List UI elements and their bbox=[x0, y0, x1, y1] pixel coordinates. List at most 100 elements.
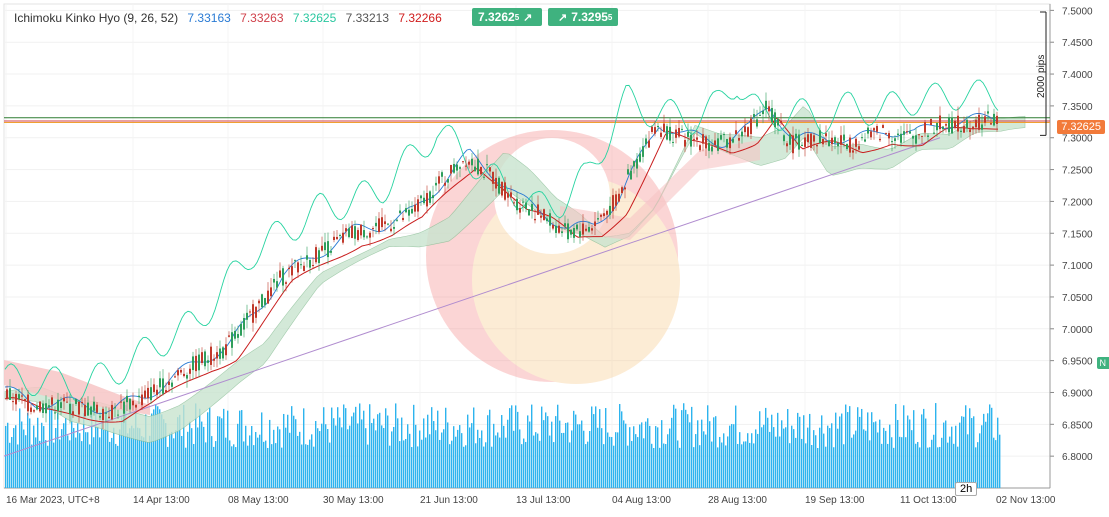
volume-bar bbox=[13, 428, 14, 488]
volume-bar bbox=[355, 407, 356, 488]
volume-bar bbox=[769, 432, 770, 488]
volume-bar bbox=[89, 444, 90, 488]
candle-body bbox=[579, 231, 581, 237]
candle-body bbox=[345, 228, 347, 231]
candle-body bbox=[501, 182, 503, 196]
candle-body bbox=[531, 204, 533, 211]
candle-body bbox=[171, 383, 173, 387]
volume-bar bbox=[817, 448, 818, 488]
volume-bar bbox=[833, 447, 834, 488]
volume-bar bbox=[509, 408, 510, 488]
volume-bar bbox=[671, 418, 672, 488]
indicator-value-chikou: 7.32625 bbox=[293, 11, 336, 25]
candle-body bbox=[960, 131, 962, 132]
volume-bar bbox=[31, 445, 32, 488]
sell-button[interactable]: 7.32625 ↗ bbox=[472, 8, 542, 26]
volume-bar bbox=[497, 432, 498, 488]
candle-body bbox=[438, 176, 440, 183]
y-tick-label: 6.8500 bbox=[1062, 420, 1093, 431]
volume-bar bbox=[699, 445, 700, 488]
price-chart[interactable]: 7.50007.45007.40007.35007.30007.25007.20… bbox=[0, 0, 1109, 512]
candle-body bbox=[369, 233, 371, 238]
volume-bar bbox=[571, 430, 572, 488]
volume-bar bbox=[845, 405, 846, 488]
volume-bar bbox=[847, 412, 848, 488]
volume-bar bbox=[27, 413, 28, 488]
volume-bar bbox=[559, 421, 560, 488]
volume-bar bbox=[273, 430, 274, 488]
volume-bar bbox=[469, 427, 470, 488]
volume-bar bbox=[487, 415, 488, 488]
volume-bar bbox=[885, 431, 886, 488]
volume-bar bbox=[377, 414, 378, 488]
volume-bar bbox=[913, 410, 914, 488]
candle-body bbox=[993, 114, 995, 126]
candle-body bbox=[738, 138, 740, 141]
candle-body bbox=[915, 135, 917, 143]
volume-bar bbox=[715, 416, 716, 488]
volume-bar bbox=[717, 447, 718, 488]
candle-body bbox=[930, 119, 932, 125]
volume-bar bbox=[217, 416, 218, 488]
candle-body bbox=[945, 124, 947, 126]
candle-body bbox=[54, 412, 56, 413]
candle-body bbox=[174, 376, 176, 377]
candle-body bbox=[879, 139, 881, 140]
candle-body bbox=[102, 409, 104, 420]
volume-bar bbox=[827, 426, 828, 488]
candle-body bbox=[855, 139, 857, 147]
volume-bar bbox=[979, 433, 980, 488]
candle-body bbox=[816, 145, 818, 146]
candle-body bbox=[159, 378, 161, 387]
candle-body bbox=[48, 405, 50, 407]
volume-bar bbox=[61, 429, 62, 488]
candle-body bbox=[576, 225, 578, 230]
volume-bar bbox=[25, 435, 26, 488]
candle-body bbox=[276, 281, 278, 288]
volume-bar bbox=[709, 421, 710, 488]
volume-bar bbox=[647, 418, 648, 488]
volume-bar bbox=[843, 444, 844, 488]
volume-bar bbox=[243, 441, 244, 488]
volume-bar bbox=[201, 422, 202, 488]
candle-body bbox=[672, 142, 674, 143]
volume-bar bbox=[147, 442, 148, 488]
volume-bar bbox=[493, 424, 494, 488]
volume-bar bbox=[103, 430, 104, 488]
candle-body bbox=[390, 229, 392, 231]
volume-bar bbox=[797, 413, 798, 488]
candle-body bbox=[147, 388, 149, 398]
y-tick-label: 7.0000 bbox=[1062, 325, 1093, 336]
candle-body bbox=[792, 135, 794, 153]
candle-body bbox=[291, 266, 293, 275]
volume-bar bbox=[515, 405, 516, 488]
volume-bar bbox=[667, 434, 668, 488]
arrow-up-right-icon: ↗ bbox=[523, 11, 532, 24]
volume-bar bbox=[941, 438, 942, 488]
edge-badge[interactable]: N bbox=[1097, 357, 1109, 369]
candle-body bbox=[675, 130, 677, 138]
volume-bar bbox=[73, 428, 74, 488]
volume-bar bbox=[805, 443, 806, 488]
timeframe-badge[interactable]: 2h bbox=[955, 482, 977, 496]
volume-bar bbox=[265, 441, 266, 488]
x-tick-label: 21 Jun 13:00 bbox=[420, 495, 478, 506]
candle-body bbox=[951, 118, 953, 134]
chart-area[interactable]: 7.50007.45007.40007.35007.30007.25007.20… bbox=[0, 0, 1109, 512]
candle-body bbox=[12, 401, 14, 402]
candle-body bbox=[537, 204, 539, 214]
volume-bar bbox=[481, 430, 482, 488]
volume-bar bbox=[461, 433, 462, 488]
volume-bar bbox=[85, 432, 86, 488]
candle-body bbox=[897, 134, 899, 135]
volume-bar bbox=[887, 444, 888, 488]
candle-body bbox=[432, 195, 434, 198]
volume-bar bbox=[675, 409, 676, 488]
candle-body bbox=[876, 126, 878, 132]
volume-bar bbox=[69, 440, 70, 488]
candle-body bbox=[828, 140, 830, 146]
candle-body bbox=[759, 115, 761, 116]
candle-body bbox=[402, 218, 404, 220]
volume-bar bbox=[389, 446, 390, 488]
buy-button[interactable]: ↗ 7.32955 bbox=[548, 8, 618, 26]
